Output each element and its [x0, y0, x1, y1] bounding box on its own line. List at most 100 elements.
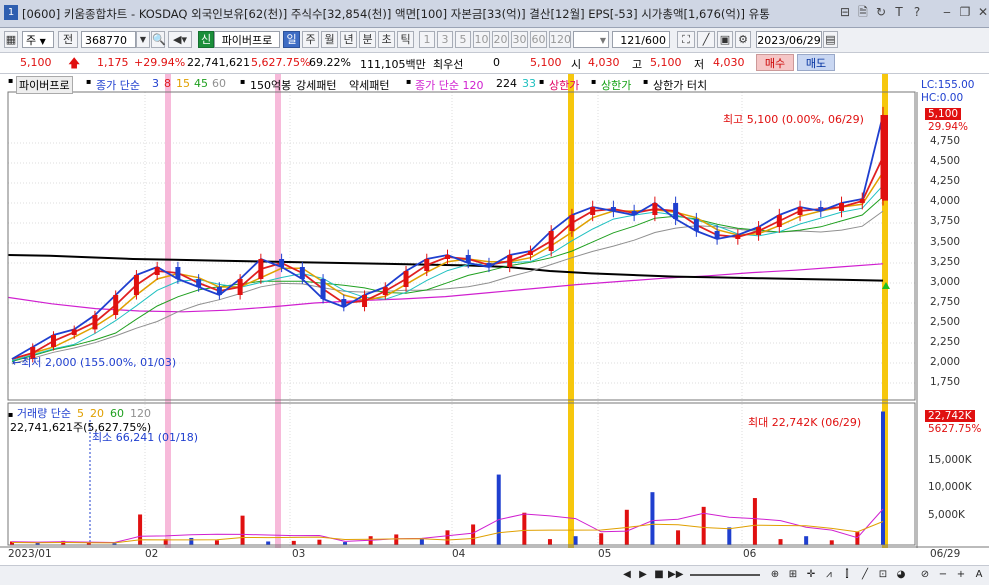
legend-stock-name[interactable]: 파이버프로	[16, 76, 73, 94]
zoom-in-icon[interactable]: ⊕	[768, 568, 782, 582]
period-select[interactable]: 주 ▼	[22, 31, 54, 48]
interval-button-2[interactable]: 월	[321, 31, 338, 48]
speaker-icon[interactable]: ◀▾	[168, 31, 192, 48]
price-tick-7: 3,000	[930, 275, 961, 288]
save-icon[interactable]: 🗎	[856, 5, 870, 20]
interval-button-1[interactable]: 주	[302, 31, 319, 48]
interval-button-0[interactable]: 일	[283, 31, 300, 48]
legend-weak-pattern[interactable]: 약세패턴	[349, 77, 389, 93]
price-change: 1,175	[97, 56, 129, 69]
close-icon[interactable]: ✕	[976, 5, 989, 20]
legend-ma33[interactable]: 33	[522, 77, 536, 90]
legend-ma-3[interactable]: 3	[152, 77, 159, 90]
legend-ma224[interactable]: 224	[496, 77, 517, 90]
candle-body-35	[735, 235, 741, 239]
legend-150-line[interactable]: 150억봉	[250, 77, 291, 93]
number-button-3[interactable]: 3	[437, 31, 453, 48]
disk-save-icon[interactable]: ▣	[717, 31, 733, 48]
grid-icon[interactable]: ▦	[4, 31, 18, 48]
legend-ma-45[interactable]: 45	[194, 77, 208, 90]
jeon-button[interactable]: 전	[58, 31, 78, 48]
minimize-icon[interactable]: ‒	[940, 5, 954, 20]
prev-icon[interactable]: ◀	[620, 568, 634, 582]
stock-chart[interactable]	[0, 74, 989, 565]
number-button-60[interactable]: 60	[530, 31, 547, 48]
interval-button-5[interactable]: 초	[378, 31, 395, 48]
trend-icon[interactable]: ╱	[858, 568, 872, 582]
legend-ma120[interactable]: 종가 단순 120	[415, 77, 483, 93]
window-title: [0600] 키움종합차트 - KOSDAQ 외국인보유[62(천)] 주식수[…	[22, 7, 770, 21]
price-tick-12: 1,750	[930, 376, 961, 389]
volume-tick-1: 10,000K	[928, 481, 972, 493]
candle-body-6	[133, 275, 139, 295]
compare-icon[interactable]: ⫿	[840, 568, 854, 582]
next-icon[interactable]: ▶	[636, 568, 650, 582]
zoom-slider[interactable]	[690, 574, 760, 576]
grid-toggle-icon[interactable]: ⊡	[876, 568, 890, 582]
number-button-30[interactable]: 30	[511, 31, 528, 48]
interval-button-4[interactable]: 분	[359, 31, 376, 48]
candle-body-31	[652, 203, 658, 215]
candle-body-3	[71, 329, 77, 335]
number-button-20[interactable]: 20	[492, 31, 509, 48]
candle-body-8	[175, 267, 181, 279]
fast-forward-icon[interactable]: ▶▶	[668, 568, 683, 582]
refresh-icon[interactable]: ↻	[874, 5, 888, 20]
count-input[interactable]: 121/600	[612, 31, 670, 48]
price-tick-9: 2,500	[930, 315, 961, 328]
indicator-icon[interactable]: ⩘	[822, 568, 836, 582]
volume-bar-20	[522, 512, 527, 545]
volume-bar-17	[445, 530, 450, 545]
legend-upper-limit-1[interactable]: 상한가	[549, 77, 579, 93]
plus-icon[interactable]: +	[954, 568, 968, 582]
upper-limit-band-1	[275, 74, 281, 548]
candle-body-20	[424, 259, 430, 271]
number-button-120[interactable]: 120	[549, 31, 571, 48]
fit-icon[interactable]: ⊞	[786, 568, 800, 582]
number-button-10[interactable]: 10	[473, 31, 490, 48]
legend-strong-pattern[interactable]: 강세패턴	[296, 77, 336, 93]
interval-button-3[interactable]: 년	[340, 31, 357, 48]
candle-body-17	[362, 295, 368, 307]
candle-body-9	[196, 279, 202, 287]
volume-bar-33	[855, 532, 860, 545]
sell-button[interactable]: 매도	[797, 54, 835, 71]
number-button-1[interactable]: 1	[419, 31, 435, 48]
number-button-5[interactable]: 5	[455, 31, 471, 48]
volume-bar-31	[804, 536, 809, 545]
legend-ma-15[interactable]: 15	[176, 77, 190, 90]
layout-icon[interactable]: ⊟	[838, 5, 852, 20]
legend-upper-touch[interactable]: 상한가 터치	[653, 77, 707, 93]
help-icon[interactable]: ?	[910, 5, 924, 20]
calendar-icon[interactable]: ▤	[823, 31, 838, 48]
binoculars-icon[interactable]: ⛶	[677, 31, 695, 48]
settings-icon[interactable]: ⚙	[735, 31, 751, 48]
minus-icon[interactable]: −	[936, 568, 950, 582]
line-draw-icon[interactable]: ╱	[697, 31, 715, 48]
volume-bar-34	[881, 411, 885, 545]
font-icon[interactable]: A	[972, 568, 986, 582]
no-icon[interactable]: ⊘	[918, 568, 932, 582]
date-input[interactable]: 2023/06/29	[756, 31, 822, 48]
x-axis-label-6: 06/29	[930, 548, 961, 560]
buy-button[interactable]: 매수	[756, 54, 794, 71]
legend-ma-60[interactable]: 60	[212, 77, 226, 90]
search-icon[interactable]: 🔍	[151, 31, 166, 48]
legend-ma-8[interactable]: 8	[164, 77, 171, 90]
volume-max-annotation: 최대 22,742K (06/29)	[748, 416, 862, 429]
volume-bar-9	[240, 515, 245, 545]
code-dropdown-icon[interactable]: ▼	[136, 31, 150, 48]
color-icon[interactable]: ◕	[894, 568, 908, 582]
count-dropdown[interactable]: ▼	[573, 31, 609, 48]
x-axis-label-2: 03	[292, 548, 306, 560]
restore-icon[interactable]: ❐	[958, 5, 972, 20]
interval-button-6[interactable]: 틱	[397, 31, 414, 48]
legend-ma-label[interactable]: 종가 단순	[96, 77, 140, 93]
stop-icon[interactable]: ■	[652, 568, 666, 582]
legend-upper-limit-2[interactable]: 상한가	[601, 77, 631, 93]
stock-code-input[interactable]: 368770	[81, 31, 136, 48]
legend-marker-icon: ▪	[8, 76, 14, 85]
pin-icon[interactable]: T	[892, 5, 906, 20]
crosshair-icon[interactable]: ✛	[804, 568, 818, 582]
candle-body-40	[839, 203, 845, 211]
